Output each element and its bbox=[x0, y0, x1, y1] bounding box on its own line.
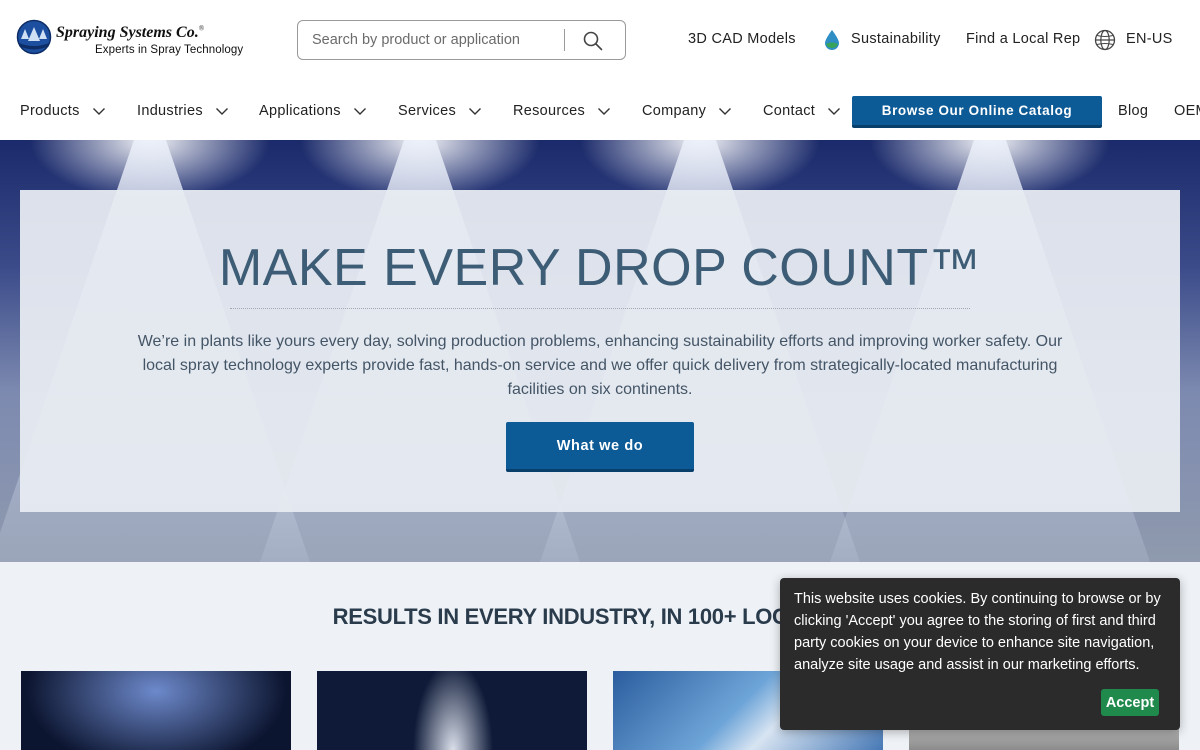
top-bar: Spraying Systems Co.® Experts in Spray T… bbox=[0, 0, 1200, 80]
chevron-down-icon bbox=[598, 107, 611, 115]
sustainability-link[interactable]: Sustainability bbox=[851, 31, 941, 47]
main-nav: Products Industries Applications Service… bbox=[0, 80, 1200, 140]
brand-name: Spraying Systems Co.® bbox=[56, 24, 205, 41]
search-input[interactable] bbox=[312, 30, 552, 50]
nav-item-contact[interactable]: Contact bbox=[763, 103, 841, 119]
chevron-down-icon bbox=[828, 107, 841, 115]
nav-item-blog[interactable]: Blog bbox=[1118, 103, 1148, 119]
nav-item-company[interactable]: Company bbox=[642, 103, 732, 119]
nav-item-products[interactable]: Products bbox=[20, 103, 106, 119]
brand-tagline: Experts in Spray Technology bbox=[95, 44, 244, 56]
industry-card[interactable] bbox=[317, 671, 587, 750]
language-selector[interactable]: EN-US bbox=[1126, 31, 1173, 47]
droplet-icon bbox=[825, 30, 839, 50]
search-box bbox=[297, 20, 626, 60]
industry-card[interactable] bbox=[21, 671, 291, 750]
chevron-down-icon bbox=[719, 107, 732, 115]
search-divider bbox=[564, 29, 565, 51]
nav-item-oem[interactable]: OEM bbox=[1174, 103, 1200, 119]
cookie-text: This website uses cookies. By continuing… bbox=[794, 591, 1161, 673]
accept-cookies-button[interactable]: Accept bbox=[1101, 689, 1159, 716]
nav-item-applications[interactable]: Applications bbox=[259, 103, 367, 119]
cookie-banner: This website uses cookies. By continuing… bbox=[780, 578, 1180, 730]
hero-banner: MAKE EVERY DROP COUNT™ We’re in plants l… bbox=[0, 140, 1200, 562]
hero-divider bbox=[230, 308, 970, 309]
hero-panel: MAKE EVERY DROP COUNT™ We’re in plants l… bbox=[20, 190, 1180, 512]
spray-droplet-logo-icon bbox=[16, 19, 52, 55]
cad-models-link[interactable]: 3D CAD Models bbox=[688, 31, 796, 47]
browse-catalog-button[interactable]: Browse Our Online Catalog bbox=[852, 96, 1102, 128]
globe-icon[interactable] bbox=[1094, 29, 1116, 51]
search-icon[interactable] bbox=[582, 30, 604, 52]
chevron-down-icon bbox=[353, 107, 366, 115]
hero-text: We’re in plants like yours every day, so… bbox=[137, 333, 1063, 398]
brand-logo[interactable]: Spraying Systems Co.® Experts in Spray T… bbox=[16, 18, 256, 60]
nav-item-services[interactable]: Services bbox=[398, 103, 482, 119]
nav-item-resources[interactable]: Resources bbox=[513, 103, 611, 119]
find-local-rep-link[interactable]: Find a Local Rep bbox=[966, 31, 1080, 47]
chevron-down-icon bbox=[215, 107, 228, 115]
what-we-do-button[interactable]: What we do bbox=[506, 422, 694, 472]
nav-item-industries[interactable]: Industries bbox=[137, 103, 229, 119]
chevron-down-icon bbox=[469, 107, 481, 115]
chevron-down-icon bbox=[92, 107, 105, 115]
hero-title: MAKE EVERY DROP COUNT™ bbox=[218, 239, 982, 297]
